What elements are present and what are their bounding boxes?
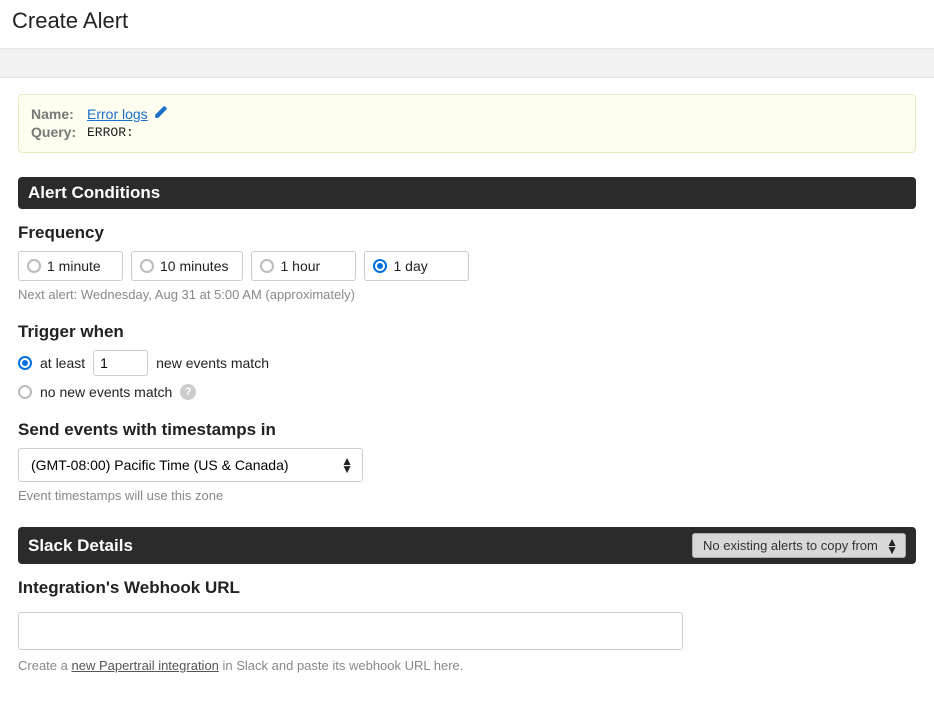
section-title-slack: Slack Details: [28, 536, 133, 556]
frequency-heading: Frequency: [18, 223, 916, 243]
summary-query-value: ERROR:: [87, 125, 134, 140]
edit-icon[interactable]: [154, 105, 168, 122]
trigger-count-input[interactable]: [93, 350, 148, 376]
frequency-option-label: 1 minute: [47, 258, 101, 274]
trigger-radio-no-new[interactable]: [18, 385, 32, 399]
timezone-select[interactable]: [18, 448, 363, 482]
webhook-footer: Create a new Papertrail integration in S…: [18, 658, 916, 673]
trigger-at-least-prefix: at least: [40, 355, 85, 371]
copy-from-select[interactable]: [692, 533, 906, 558]
radio-icon: [140, 259, 154, 273]
webhook-heading: Integration's Webhook URL: [18, 578, 916, 598]
frequency-option-10-minutes[interactable]: 10 minutes: [131, 251, 243, 281]
trigger-no-new-label: no new events match: [40, 384, 172, 400]
frequency-option-label: 10 minutes: [160, 258, 228, 274]
frequency-option-1-hour[interactable]: 1 hour: [251, 251, 356, 281]
summary-query-label: Query:: [31, 124, 81, 140]
radio-icon: [27, 259, 41, 273]
radio-icon: [373, 259, 387, 273]
frequency-option-label: 1 hour: [280, 258, 320, 274]
timezone-heading: Send events with timestamps in: [18, 420, 916, 440]
frequency-option-1-day[interactable]: 1 day: [364, 251, 469, 281]
frequency-option-1-minute[interactable]: 1 minute: [18, 251, 123, 281]
webhook-url-input[interactable]: [18, 612, 683, 650]
alert-name-link[interactable]: Error logs: [87, 106, 148, 122]
section-title-conditions: Alert Conditions: [28, 183, 160, 203]
header-divider: [0, 48, 934, 78]
section-header-conditions: Alert Conditions: [18, 177, 916, 209]
timezone-hint: Event timestamps will use this zone: [18, 488, 916, 503]
help-icon[interactable]: ?: [180, 384, 196, 400]
page-title: Create Alert: [0, 0, 934, 48]
section-header-slack: Slack Details ▲▼: [18, 527, 916, 564]
trigger-at-least-suffix: new events match: [156, 355, 269, 371]
alert-summary-box: Name: Error logs Query: ERROR:: [18, 94, 916, 153]
frequency-option-label: 1 day: [393, 258, 427, 274]
radio-icon: [260, 259, 274, 273]
trigger-heading: Trigger when: [18, 322, 916, 342]
frequency-hint: Next alert: Wednesday, Aug 31 at 5:00 AM…: [18, 287, 916, 302]
summary-name-label: Name:: [31, 106, 81, 122]
trigger-radio-at-least[interactable]: [18, 356, 32, 370]
papertrail-integration-link[interactable]: new Papertrail integration: [71, 658, 218, 673]
